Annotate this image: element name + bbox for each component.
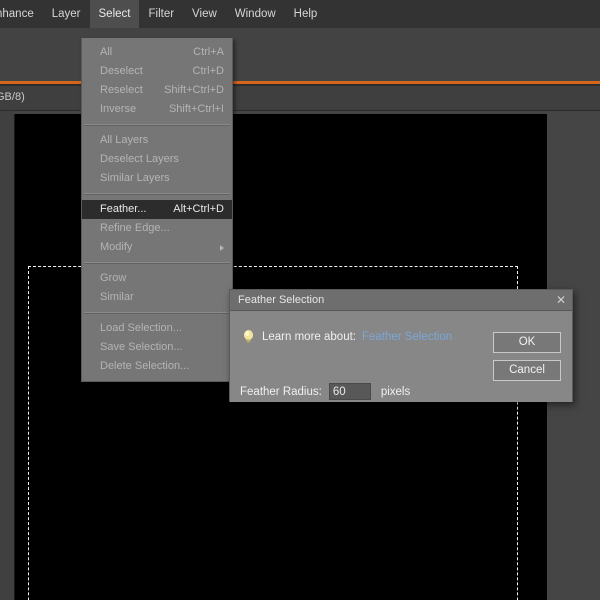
dialog-title: Feather Selection bbox=[238, 294, 325, 306]
menu-item-label: Grow bbox=[100, 272, 127, 284]
feather-radius-row: Feather Radius: pixels bbox=[240, 383, 410, 400]
menu-filter[interactable]: Filter bbox=[139, 0, 183, 28]
menu-item-feather[interactable]: Feather... Alt+Ctrl+D bbox=[82, 200, 232, 219]
feather-radius-units: pixels bbox=[380, 385, 411, 398]
menu-item-label: Modify bbox=[100, 241, 133, 253]
menu-item-shortcut: Ctrl+A bbox=[193, 46, 224, 58]
menu-item-label: Similar bbox=[100, 291, 134, 303]
menu-item-label: Inverse bbox=[100, 103, 137, 115]
menu-help[interactable]: Help bbox=[285, 0, 327, 28]
feather-selection-help-link[interactable]: Feather Selection bbox=[362, 331, 452, 343]
canvas-left-gutter bbox=[0, 111, 14, 600]
menu-item-modify[interactable]: Modify bbox=[82, 238, 232, 257]
dialog-title-bar[interactable]: Feather Selection ✕ bbox=[230, 290, 572, 311]
menu-separator bbox=[84, 312, 230, 314]
menu-item-load-selection[interactable]: Load Selection... bbox=[82, 319, 232, 338]
menu-item-delete-selection[interactable]: Delete Selection... bbox=[82, 357, 232, 376]
lightbulb-icon bbox=[242, 329, 255, 344]
menu-item-reselect[interactable]: Reselect Shift+Ctrl+D bbox=[82, 81, 232, 100]
menu-bar-items: nhanceLayerSelectFilterViewWindowHelp bbox=[0, 0, 600, 28]
menu-item-label: Refine Edge... bbox=[100, 222, 170, 234]
menu-item-label: All bbox=[100, 46, 113, 58]
submenu-arrow-icon bbox=[220, 244, 224, 251]
menu-item-label: All Layers bbox=[100, 134, 149, 146]
menu-item-grow[interactable]: Grow bbox=[82, 269, 232, 288]
menu-window[interactable]: Window bbox=[226, 0, 285, 28]
menu-item-all[interactable]: All Ctrl+A bbox=[82, 43, 232, 62]
ok-button[interactable]: OK bbox=[493, 332, 561, 353]
menu-item-label: Similar Layers bbox=[100, 172, 170, 184]
menu-item-refine-edge[interactable]: Refine Edge... bbox=[82, 219, 232, 238]
menu-separator bbox=[84, 124, 230, 126]
menu-item-similar-layers[interactable]: Similar Layers bbox=[82, 169, 232, 188]
menu-item-all-layers[interactable]: All Layers bbox=[82, 131, 232, 150]
menu-item-label: Deselect bbox=[100, 65, 143, 77]
menu-item-label: Delete Selection... bbox=[100, 360, 190, 372]
cancel-button[interactable]: Cancel bbox=[493, 360, 561, 381]
close-icon[interactable]: ✕ bbox=[554, 293, 568, 307]
feather-radius-label: Feather Radius: bbox=[240, 385, 322, 398]
learn-more-label: Learn more about: bbox=[262, 330, 356, 343]
photo-editor-window: nhanceLayerSelectFilterViewWindowHelp li… bbox=[0, 0, 600, 600]
document-tab-label: GB/8) bbox=[0, 91, 25, 103]
menu-item-label: Reselect bbox=[100, 84, 143, 96]
menu-bar: nhanceLayerSelectFilterViewWindowHelp bbox=[0, 0, 600, 29]
menu-separator bbox=[84, 193, 230, 195]
menu-item-shortcut: Ctrl+D bbox=[192, 65, 224, 77]
menu-view[interactable]: View bbox=[183, 0, 226, 28]
menu-item-save-selection[interactable]: Save Selection... bbox=[82, 338, 232, 357]
select-dropdown-menu[interactable]: All Ctrl+A Deselect Ctrl+D Reselect Shift+Ctr… bbox=[81, 38, 233, 382]
menu-layer[interactable]: Layer bbox=[43, 0, 90, 28]
menu-item-label: Deselect Layers bbox=[100, 153, 179, 165]
menu-item-shortcut: Shift+Ctrl+D bbox=[164, 84, 224, 96]
menu-item-label: Feather... bbox=[100, 203, 147, 215]
dialog-body: Learn more about: Feather Selection Feat… bbox=[230, 311, 572, 402]
menu-item-shortcut: Alt+Ctrl+D bbox=[173, 203, 224, 215]
menu-item-deselect-layers[interactable]: Deselect Layers bbox=[82, 150, 232, 169]
feather-selection-dialog[interactable]: Feather Selection ✕ Learn more about: Fe… bbox=[229, 289, 573, 402]
learn-more-row: Learn more about: Feather Selection bbox=[242, 329, 452, 344]
menu-item-inverse[interactable]: Inverse Shift+Ctrl+I bbox=[82, 100, 232, 119]
menu-item-label: Load Selection... bbox=[100, 322, 182, 334]
menu-item-similar[interactable]: Similar bbox=[82, 288, 232, 307]
menu-item-label: Save Selection... bbox=[100, 341, 183, 353]
menu-item-deselect[interactable]: Deselect Ctrl+D bbox=[82, 62, 232, 81]
menu-nhance[interactable]: nhance bbox=[0, 0, 43, 28]
menu-item-shortcut: Shift+Ctrl+I bbox=[168, 103, 224, 115]
feather-radius-input[interactable] bbox=[328, 383, 371, 400]
menu-select[interactable]: Select bbox=[89, 0, 140, 28]
menu-separator bbox=[84, 262, 230, 264]
